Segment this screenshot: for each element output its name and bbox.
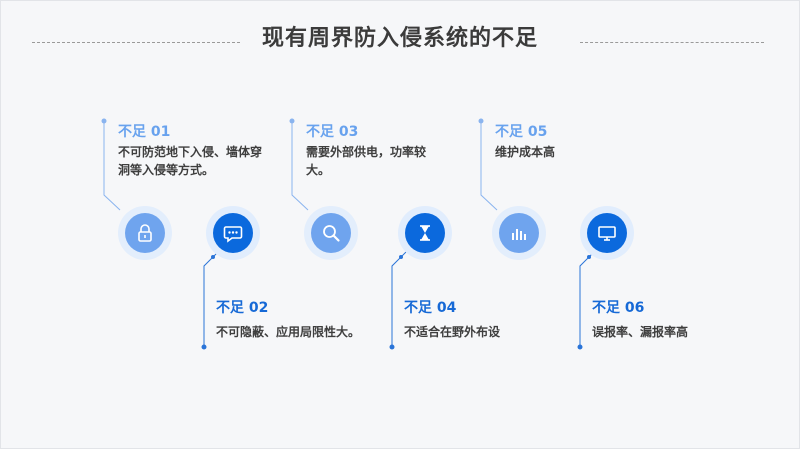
item-04-text: 不适合在野外布设 [404,325,501,339]
bar-chart-icon [512,229,526,240]
item-01-icon-circle [118,206,172,260]
item-03-label: 不足 03 [306,124,359,140]
item-06-icon-circle [580,206,634,260]
item-03-icon-circle [304,206,358,260]
slide: 现有周界防入侵系统的不足 不足 01 不可防范地下入侵、墙体穿洞等入侵等方式。 … [0,0,800,449]
lock-icon [138,224,152,242]
item-02-label: 不足 02 [216,300,269,316]
item-03-text: 需要外部供电，功率较大。 [306,145,427,177]
item-01-label: 不足 01 [118,124,171,140]
item-02-text: 不可隐蔽、应用局限性大。 [216,325,361,339]
search-icon [323,225,340,242]
item-02-icon-circle [206,206,260,260]
item-01-text: 不可防范地下入侵、墙体穿洞等入侵等方式。 [118,145,263,177]
chat-bubble-icon [223,226,243,243]
monitor-icon [598,226,616,241]
item-04-label: 不足 04 [404,300,457,316]
item-05-icon-circle [492,206,546,260]
item-06-text: 误报率、漏报率高 [592,325,689,339]
item-05-text: 维护成本高 [495,145,556,159]
item-06-label: 不足 06 [592,300,645,316]
hourglass-icon [420,225,430,241]
item-05-label: 不足 05 [495,124,548,140]
item-04-icon-circle [398,206,452,260]
